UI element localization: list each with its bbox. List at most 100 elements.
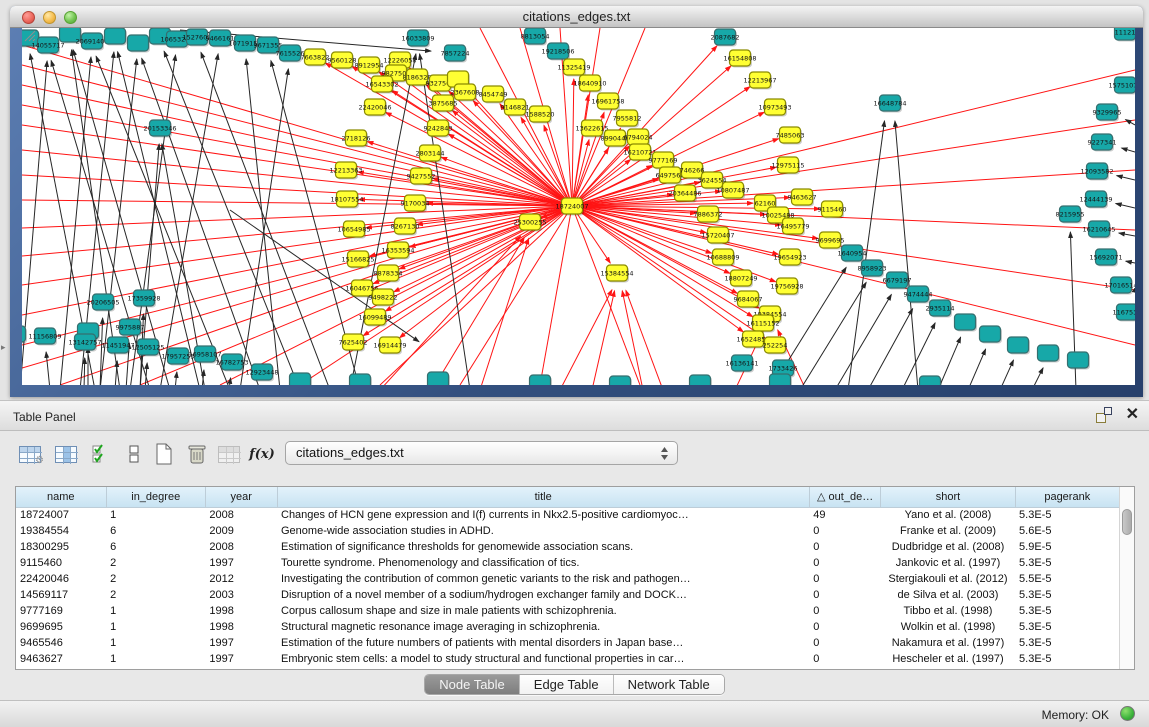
graph-node[interactable]: 16154808: [723, 50, 756, 68]
graph-node[interactable]: [1068, 352, 1091, 370]
table-row[interactable]: 969969511998Structural magnetic resonanc…: [16, 619, 1120, 635]
graph-node[interactable]: 6679197: [883, 272, 912, 290]
column-header-out_de[interactable]: △ out_de…: [809, 487, 881, 507]
column-header-name[interactable]: name: [16, 487, 106, 507]
graph-node[interactable]: [428, 372, 451, 385]
table-row[interactable]: 1938455462009Genome-wide association stu…: [16, 523, 1120, 539]
tab-edge-table[interactable]: Edge Table: [520, 675, 614, 694]
graph-node[interactable]: 15751074: [1108, 77, 1135, 95]
graph-node[interactable]: 7485063: [776, 127, 805, 145]
column-header-short[interactable]: short: [881, 487, 1015, 507]
graph-node[interactable]: [920, 376, 943, 385]
graph-node[interactable]: 9427552: [407, 168, 436, 186]
graph-node[interactable]: 18640910: [573, 75, 606, 93]
graph-node[interactable]: 7857224: [441, 45, 470, 63]
graph-node[interactable]: 7955812: [613, 110, 642, 128]
graph-node[interactable]: 9227341: [1088, 134, 1117, 152]
graph-node[interactable]: [1038, 345, 1061, 363]
graph-node[interactable]: 16136141: [725, 355, 758, 373]
panel-collapse-arrow[interactable]: ▸: [1, 342, 6, 353]
close-window-button[interactable]: [22, 11, 35, 24]
graph-node[interactable]: 19218506: [541, 43, 574, 61]
graph-node[interactable]: [530, 375, 553, 385]
graph-node[interactable]: 2718126: [342, 130, 371, 148]
graph-node[interactable]: 19756928: [770, 278, 803, 296]
graph-node[interactable]: 1588520: [526, 106, 555, 124]
table-scrollbar-thumb[interactable]: [1122, 509, 1132, 535]
graph-node[interactable]: 15384554: [600, 265, 633, 283]
graph-node[interactable]: 15166825: [341, 251, 374, 269]
graph-node[interactable]: 1167533: [1113, 304, 1135, 322]
graph-node[interactable]: 9329965: [1093, 104, 1122, 122]
graph-node[interactable]: [770, 374, 793, 385]
graph-node[interactable]: 10654985: [337, 221, 370, 239]
function-builder-icon[interactable]: f(x): [248, 440, 276, 468]
graph-node[interactable]: 16033809: [401, 30, 434, 48]
graph-node[interactable]: 2087682: [711, 29, 740, 47]
graph-node[interactable]: [350, 374, 373, 385]
graph-node[interactable]: 11121: [1115, 28, 1136, 42]
close-panel-icon[interactable]: ✕: [1126, 407, 1139, 423]
graph-node[interactable]: 8813054: [521, 28, 550, 46]
delete-column-icon[interactable]: [183, 440, 211, 468]
table-row[interactable]: 1830029562008Estimation of significance …: [16, 539, 1120, 555]
minimize-window-button[interactable]: [43, 11, 56, 24]
table-scrollbar[interactable]: [1119, 487, 1134, 669]
graph-node[interactable]: 11156809: [28, 328, 61, 346]
graph-node[interactable]: 9975887: [116, 319, 145, 337]
graph-node[interactable]: 8267130: [391, 218, 420, 236]
new-column-icon[interactable]: [150, 440, 178, 468]
graph-node[interactable]: 9699695: [816, 232, 845, 250]
graph-node[interactable]: 16353594: [381, 242, 414, 260]
column-header-pagerank[interactable]: pagerank: [1015, 487, 1119, 507]
graph-node[interactable]: 9498222: [369, 289, 398, 307]
network-window-titlebar[interactable]: citations_edges.txt: [10, 6, 1143, 28]
graph-node[interactable]: 16914479: [373, 337, 406, 355]
graph-node[interactable]: 10973493: [758, 99, 791, 117]
memory-ok-indicator[interactable]: [1120, 706, 1135, 721]
column-header-year[interactable]: year: [205, 487, 277, 507]
graph-node[interactable]: 7663822: [301, 49, 330, 67]
row-selection-icon[interactable]: [88, 440, 116, 468]
graph-node[interactable]: 22420046: [358, 99, 391, 117]
graph-node[interactable]: 9684067: [734, 291, 763, 309]
table-row[interactable]: 946362711997Embryonic stem cells: a mode…: [16, 651, 1120, 667]
graph-node[interactable]: [610, 376, 633, 385]
table-row[interactable]: 911546021997Tourette syndrome. Phenomeno…: [16, 555, 1120, 571]
graph-node[interactable]: 12213363: [329, 162, 362, 180]
graph-node[interactable]: 11451947: [101, 337, 134, 355]
graph-node[interactable]: 252254: [763, 337, 788, 355]
graph-node[interactable]: 12093582: [1080, 163, 1113, 181]
select-columns-icon[interactable]: [52, 440, 80, 468]
graph-node[interactable]: 12444139: [1079, 191, 1112, 209]
network-canvas[interactable]: 1405571720691406106532871527602946616110…: [22, 28, 1135, 385]
graph-node[interactable]: 9170034: [401, 195, 430, 213]
graph-node[interactable]: 12213967: [743, 72, 776, 90]
graph-node[interactable]: 8958923: [858, 260, 887, 278]
column-header-in_degree[interactable]: in_degree: [106, 487, 205, 507]
graph-node[interactable]: 12923448: [245, 364, 278, 382]
graph-node[interactable]: 16648784: [873, 95, 906, 113]
tab-network-table[interactable]: Network Table: [614, 675, 724, 694]
graph-node[interactable]: 20153346: [143, 120, 176, 138]
graph-node[interactable]: 12975115: [771, 157, 804, 175]
table-row[interactable]: 946554611997Estimation of the future num…: [16, 635, 1120, 651]
table-row[interactable]: 1872400712008Changes of HCN gene express…: [16, 507, 1120, 523]
tab-node-table[interactable]: Node Table: [425, 675, 520, 694]
graph-node[interactable]: 3875685: [429, 95, 458, 113]
graph-node[interactable]: 8215955: [1056, 206, 1085, 224]
table-row[interactable]: 2242004622012Investigating the contribut…: [16, 571, 1120, 587]
graph-node[interactable]: [22, 326, 27, 344]
graph-node[interactable]: 8912954: [355, 57, 384, 75]
column-header-title[interactable]: title: [277, 487, 809, 507]
graph-node[interactable]: 8454749: [479, 86, 508, 104]
graph-node[interactable]: 8878334: [374, 265, 403, 283]
graph-node[interactable]: 16210645: [1082, 221, 1115, 239]
graph-node[interactable]: [690, 375, 713, 385]
graph-node[interactable]: [955, 314, 978, 332]
graph-node[interactable]: 9463627: [788, 189, 817, 207]
table-row[interactable]: 1456911722003Disruption of a novel membe…: [16, 587, 1120, 603]
resize-grip[interactable]: [22, 28, 36, 42]
graph-node[interactable]: 7886372: [694, 206, 723, 224]
graph-node[interactable]: [128, 35, 151, 53]
